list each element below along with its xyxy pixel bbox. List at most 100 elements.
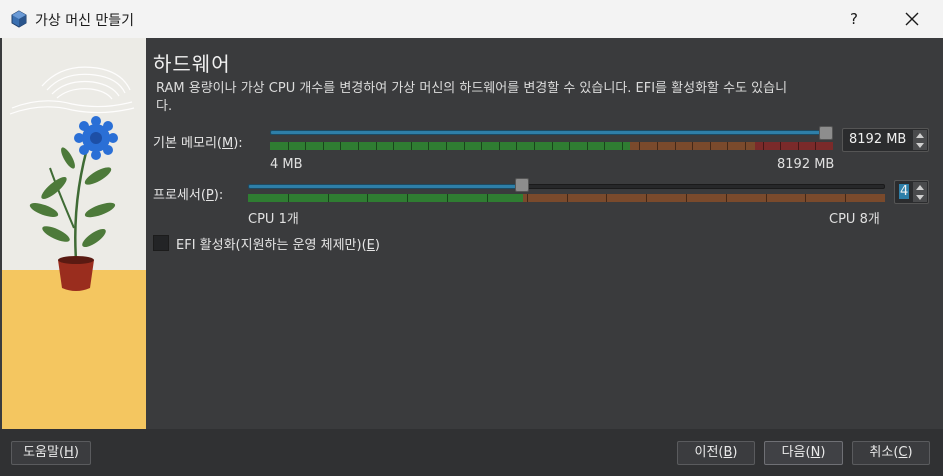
slider-tick [815, 142, 816, 150]
processor-label-suffix: ): [213, 188, 224, 203]
processor-zone-warning [523, 194, 885, 202]
memory-spinbox[interactable]: 8192 MB [842, 128, 929, 152]
slider-tick [587, 142, 588, 150]
help-title-button[interactable]: ? [836, 0, 872, 38]
next-mnemonic: N [810, 445, 821, 460]
slider-tick [657, 142, 658, 150]
memory-slider-handle[interactable] [819, 126, 833, 140]
slider-tick [305, 142, 306, 150]
efi-mnemonic: E [366, 238, 375, 253]
processor-spin-buttons [913, 182, 927, 202]
processor-slider-track[interactable] [522, 184, 885, 189]
slider-tick [481, 142, 482, 150]
slider-tick [527, 194, 528, 202]
memory-decrease-button[interactable] [913, 140, 927, 150]
back-suffix: ) [732, 445, 738, 460]
processor-spinbox[interactable]: 4 [894, 180, 929, 204]
slider-tick [745, 142, 746, 150]
slider-tick [622, 142, 623, 150]
virtualbox-icon [11, 10, 27, 28]
slider-tick [446, 142, 447, 150]
processor-max-label: CPU 8개 [829, 212, 880, 227]
memory-value[interactable]: 8192 MB [849, 132, 906, 147]
processor-label-text: 프로세서( [153, 188, 206, 203]
wizard-page: 하드웨어 RAM 용량이나 가상 CPU 개수를 변경하여 가상 머신의 하드웨… [146, 38, 943, 429]
next-suffix: ) [820, 445, 826, 460]
slider-tick [367, 194, 368, 202]
slider-tick [798, 142, 799, 150]
window-title: 가상 머신 만들기 [35, 13, 135, 29]
help-mnemonic: H [64, 445, 74, 460]
efi-label-text: EFI 활성화(지원하는 운영 체제만)( [176, 238, 367, 253]
slider-tick [567, 194, 568, 202]
slider-tick [675, 142, 676, 150]
close-button[interactable] [893, 0, 931, 38]
slider-tick [447, 194, 448, 202]
slider-tick [428, 142, 429, 150]
slider-tick [487, 194, 488, 202]
slider-tick [288, 142, 289, 150]
cancel-button-text: 취소( [869, 445, 899, 460]
help-suffix: ) [73, 445, 79, 460]
processor-zone-bar [248, 194, 885, 202]
help-button-text: 도움말( [23, 445, 65, 460]
slider-tick [805, 194, 806, 202]
processor-min-label: CPU 1개 [248, 212, 299, 227]
memory-max-label: 8192 MB [777, 157, 835, 172]
slider-tick [407, 194, 408, 202]
efi-label[interactable]: EFI 활성화(지원하는 운영 체제만)(E) [176, 234, 380, 253]
slider-tick [376, 142, 377, 150]
slider-tick [604, 142, 605, 150]
wizard-banner-image [2, 38, 146, 429]
slider-tick [727, 142, 728, 150]
chevron-down-icon [916, 142, 924, 148]
slider-tick [606, 194, 607, 202]
slider-tick [780, 142, 781, 150]
memory-zone-bar [270, 142, 833, 150]
efi-checkbox[interactable] [153, 235, 169, 251]
memory-zone-danger [755, 142, 833, 150]
slider-tick [763, 142, 764, 150]
slider-tick [686, 194, 687, 202]
slider-tick [726, 194, 727, 202]
memory-slider-track[interactable] [270, 130, 833, 135]
button-bar: 도움말(H) 이전(B) 다음(N) 취소(C) [0, 429, 943, 476]
slider-tick [464, 142, 465, 150]
processor-slider-handle[interactable] [515, 178, 529, 192]
processor-slider-filled[interactable] [248, 184, 522, 189]
processor-label: 프로세서(P): [153, 184, 223, 203]
cancel-button[interactable]: 취소(C) [852, 441, 930, 465]
help-button[interactable]: 도움말(H) [11, 441, 91, 465]
memory-spin-buttons [913, 130, 927, 150]
slider-tick [393, 142, 394, 150]
slider-tick [288, 194, 289, 202]
memory-increase-button[interactable] [913, 130, 927, 140]
processor-mnemonic: P [205, 188, 214, 203]
memory-label-suffix: ): [233, 136, 243, 151]
next-button-text: 다음( [781, 445, 811, 460]
memory-label-text: 기본 메모리( [153, 136, 223, 151]
slider-tick [328, 194, 329, 202]
slider-tick [499, 142, 500, 150]
back-button-text: 이전( [694, 445, 724, 460]
slider-tick [411, 142, 412, 150]
slider-tick [323, 142, 324, 150]
slider-tick [646, 194, 647, 202]
cancel-mnemonic: C [898, 445, 908, 460]
processor-increase-button[interactable] [913, 182, 927, 192]
chevron-up-icon [916, 184, 924, 190]
chevron-up-icon [916, 132, 924, 138]
page-title: 하드웨어 [153, 52, 231, 76]
slider-tick [340, 142, 341, 150]
slider-tick [639, 142, 640, 150]
cancel-suffix: ) [907, 445, 913, 460]
slider-tick [692, 142, 693, 150]
close-icon [905, 12, 919, 26]
slider-tick [552, 142, 553, 150]
processor-decrease-button[interactable] [913, 192, 927, 202]
back-button[interactable]: 이전(B) [677, 441, 755, 465]
title-bar: 가상 머신 만들기 ? [0, 0, 943, 38]
slider-tick [516, 142, 517, 150]
processor-value[interactable]: 4 [899, 184, 910, 199]
next-button[interactable]: 다음(N) [764, 441, 843, 465]
